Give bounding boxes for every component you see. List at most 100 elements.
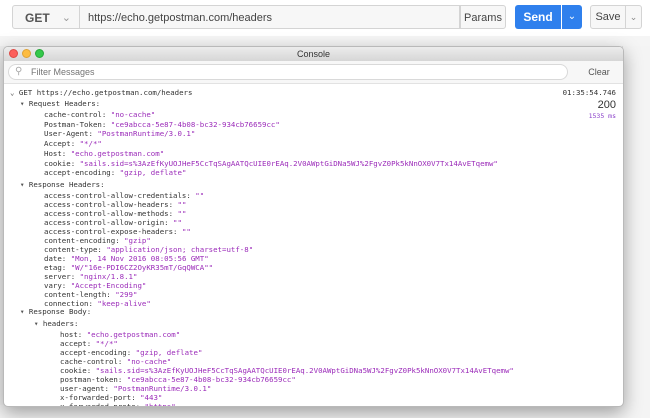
header-key: Postman-Token: xyxy=(44,119,107,129)
header-key: cache-control: xyxy=(60,357,123,366)
header-value: "299" xyxy=(115,290,138,299)
console-title: Console xyxy=(296,49,331,59)
save-dropdown-button[interactable]: ⌄ xyxy=(626,5,642,29)
send-button[interactable]: Send xyxy=(515,5,561,29)
header-key: access-control-allow-headers: xyxy=(44,200,174,209)
header-key: user-agent: xyxy=(60,384,109,393)
header-value: "sails.sid=s%3AzEfKyUOJHeF5CcTqSAgAATQcU… xyxy=(79,158,498,168)
header-value: "Mon, 14 Nov 2016 08:05:56 GMT" xyxy=(70,254,209,263)
header-key: Host: xyxy=(44,148,67,158)
filter-messages-input[interactable] xyxy=(31,66,551,78)
header-key: postman-token: xyxy=(60,375,123,384)
minimize-window-button[interactable] xyxy=(22,49,31,58)
save-button[interactable]: Save xyxy=(590,5,626,29)
triangle-down-icon: ▾ xyxy=(20,307,29,316)
request-header-row: cache-control: "no-cache" xyxy=(44,110,155,120)
header-value: "*/*" xyxy=(79,139,102,149)
body-headers-label: headers: xyxy=(42,319,79,328)
chevron-down-icon: ⌄ xyxy=(10,88,19,97)
log-entry-timestamp: 01:35:54.746 xyxy=(562,88,616,97)
builder-right-edge xyxy=(622,46,650,418)
header-value: "sails.sid=s%3AzEfKyUOJHeF5CcTqSAgAATQcU… xyxy=(95,366,514,375)
header-value: "echo.getpostman.com" xyxy=(70,148,165,158)
header-key: Accept: xyxy=(44,139,76,149)
zoom-window-button[interactable] xyxy=(35,49,44,58)
header-key: server: xyxy=(44,272,76,281)
triangle-down-icon: ▾ xyxy=(34,319,43,328)
header-value: "" xyxy=(173,218,182,227)
header-key: content-type: xyxy=(44,245,102,254)
header-value: "Accept-Encoding" xyxy=(70,281,147,290)
response-headers-label: Response Headers: xyxy=(28,180,105,189)
method-label: GET xyxy=(25,11,50,25)
header-value: "nginx/1.8.1" xyxy=(79,272,138,281)
builder-strip xyxy=(0,36,650,46)
header-key: accept-encoding: xyxy=(60,348,132,357)
header-value: "no-cache" xyxy=(126,357,172,366)
header-value: "https" xyxy=(144,402,176,407)
header-key: access-control-expose-headers: xyxy=(44,227,178,236)
header-key: User-Agent: xyxy=(44,129,93,139)
request-header-row: Accept: "*/*" xyxy=(44,139,102,149)
header-value: "443" xyxy=(140,393,163,402)
close-window-button[interactable] xyxy=(9,49,18,58)
response-headers-toggle[interactable]: ▾ Response Headers: xyxy=(20,180,105,190)
request-header-row: Postman-Token: "ce9abcca-5e87-4b08-bc32-… xyxy=(44,120,280,130)
header-key: accept: xyxy=(60,339,92,348)
response-body-label: Response Body: xyxy=(28,307,92,316)
log-entry-summary[interactable]: ⌄ GET https://echo.getpostman.com/header… xyxy=(10,88,192,98)
header-value: "echo.getpostman.com" xyxy=(86,330,181,339)
header-value: "gzip, deflate" xyxy=(119,168,187,178)
chevron-down-icon: ⌄ xyxy=(629,12,638,22)
request-header-row: User-Agent: "PostmanRuntime/3.0.1" xyxy=(44,129,195,139)
request-headers-label: Request Headers: xyxy=(28,99,101,108)
header-key: cookie: xyxy=(44,158,76,168)
triangle-down-icon: ▾ xyxy=(20,99,29,108)
header-value: "keep-alive" xyxy=(97,299,151,308)
method-select[interactable]: GET ⌄ xyxy=(12,5,80,29)
send-dropdown-button[interactable]: ⌄ xyxy=(562,5,582,29)
header-key: vary: xyxy=(44,281,67,290)
chevron-down-icon: ⌄ xyxy=(61,12,71,24)
header-key: access-control-allow-origin: xyxy=(44,218,169,227)
request-bar: GET ⌄ https://echo.getpostman.com/header… xyxy=(0,0,650,37)
header-value: "PostmanRuntime/3.0.1" xyxy=(97,129,196,139)
status-code: 200 xyxy=(597,99,616,111)
console-log[interactable]: ⌄ GET https://echo.getpostman.com/header… xyxy=(4,83,623,406)
header-value: "PostmanRuntime/3.0.1" xyxy=(113,384,212,393)
header-key: access-control-allow-methods: xyxy=(44,209,174,218)
filter-messages-field[interactable]: ⚲ xyxy=(8,64,568,80)
params-button[interactable]: Params xyxy=(460,5,506,29)
clear-button[interactable]: Clear xyxy=(581,64,617,80)
response-time: 1535 ms xyxy=(588,112,616,120)
console-titlebar[interactable]: Console xyxy=(4,47,623,62)
header-key: access-control-allow-credentials: xyxy=(44,191,191,200)
response-body-toggle[interactable]: ▾ Response Body: xyxy=(20,307,91,317)
request-headers-toggle[interactable]: ▾ Request Headers: xyxy=(20,99,100,109)
search-icon: ⚲ xyxy=(15,66,23,77)
header-key: host: xyxy=(60,330,83,339)
header-value: "ce9abcca-5e87-4b08-bc32-934cb76659cc" xyxy=(126,375,296,384)
header-key: accept-encoding: xyxy=(44,168,116,178)
console-window: Console ⚲ Clear ⌄ GET https://echo.getpo… xyxy=(3,46,624,407)
header-key: x-forwarded-port: xyxy=(60,393,136,402)
header-key: date: xyxy=(44,254,67,263)
header-value: "application/json; charset=utf-8" xyxy=(106,245,254,254)
url-input[interactable]: https://echo.getpostman.com/headers xyxy=(80,5,460,29)
header-key: content-encoding: xyxy=(44,236,120,245)
request-header-row: cookie: "sails.sid=s%3AzEfKyUOJHeF5CcTqS… xyxy=(44,159,498,169)
header-key: x-forwarded-proto: xyxy=(60,402,141,407)
header-value: "" xyxy=(195,191,205,200)
header-value: "" xyxy=(177,209,187,218)
header-value: "no-cache" xyxy=(110,110,156,119)
request-header-row: accept-encoding: "gzip, deflate" xyxy=(44,168,186,178)
header-value: "*/*" xyxy=(95,339,118,348)
body-header-row: x-forwarded-proto: "https" xyxy=(60,402,176,407)
header-value: "" xyxy=(181,227,191,236)
header-value: "ce9abcca-5e87-4b08-bc32-934cb76659cc" xyxy=(110,119,280,129)
header-key: cookie: xyxy=(60,366,92,375)
triangle-down-icon: ▾ xyxy=(20,180,29,189)
header-key: etag: xyxy=(44,263,67,272)
body-headers-toggle[interactable]: ▾ headers: xyxy=(34,319,79,329)
chevron-down-icon: ⌄ xyxy=(567,11,577,22)
